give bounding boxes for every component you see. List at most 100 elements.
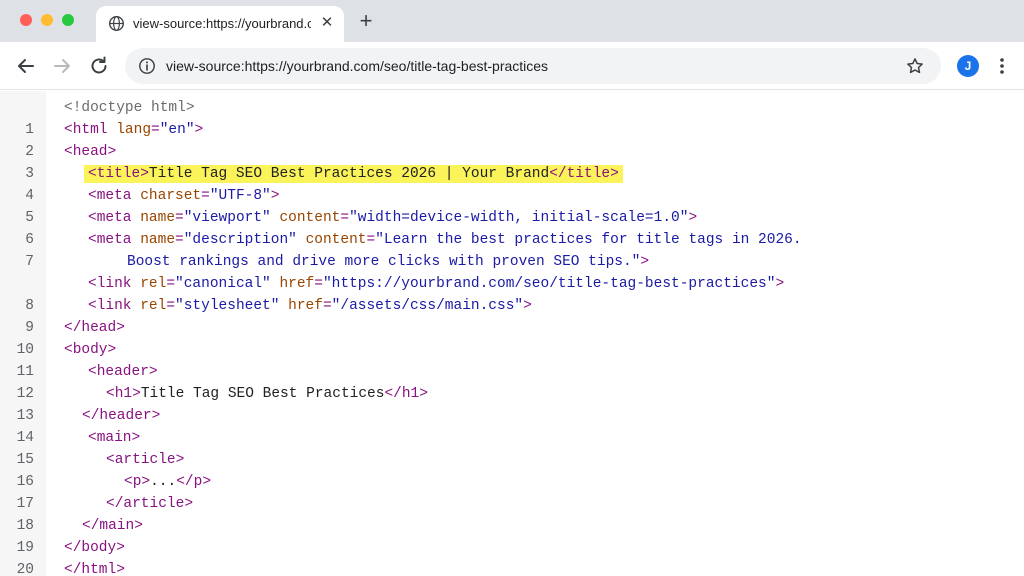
source-line-6: 6 <meta name="viewport" content="width=d… [0, 207, 1024, 248]
close-icon[interactable]: ✕ [318, 14, 336, 32]
tag-close: > [194, 122, 204, 138]
source-line-8: 8 <link rel="canonical" href="https://yo… [0, 273, 1024, 314]
attr-name: name [140, 232, 176, 248]
globe-icon [109, 16, 124, 31]
attr-equals: = [314, 276, 323, 292]
source-line-7-wrap: Boost rankings and drive more clicks wit… [0, 251, 1024, 273]
attr-name: name [140, 210, 176, 226]
tag-open: <meta [88, 232, 132, 248]
attr-equals: = [166, 298, 176, 314]
attr-equals: = [175, 210, 184, 226]
info-icon[interactable] [138, 57, 156, 75]
attr-name: rel [140, 276, 167, 292]
source-line-3: 3 <head> [0, 141, 1024, 182]
plus-icon[interactable]: + [354, 9, 378, 33]
paragraph-text: ... [150, 474, 177, 490]
source-line-11: 11 <body> [0, 339, 1024, 380]
canonical-link[interactable]: "https://yourbrand.com/seo/title-tag-bes… [323, 276, 775, 292]
tag-close: </title> [549, 166, 619, 182]
source-line-17: 17 <p>...</p> [0, 471, 1024, 512]
attr-equals: = [175, 232, 184, 248]
tag-open: <p> [124, 474, 151, 490]
tag: </main> [82, 518, 143, 534]
reload-icon[interactable] [87, 54, 111, 78]
tag: <header> [88, 364, 158, 380]
attr-value: "en" [159, 122, 195, 138]
tag: </header> [82, 408, 161, 424]
source-line-21: 21 </html> [0, 559, 1024, 576]
tag-close: > [688, 210, 698, 226]
tag-open: <title> [88, 166, 149, 182]
attr-value-continued: Boost rankings and drive more clicks wit… [127, 254, 641, 270]
attr-equals: = [201, 188, 210, 204]
source-line-10: 10 </head> [0, 317, 1024, 358]
tag-close: > [640, 254, 650, 270]
browser-toolbar: view-source:https://yourbrand.com/seo/ti… [0, 42, 1024, 90]
source-line-2: 2 <html lang="en"> [0, 119, 1024, 160]
tag: <main> [88, 430, 141, 446]
kebab-menu-icon[interactable] [992, 54, 1012, 78]
window-minimize-button[interactable] [41, 14, 53, 26]
attr-equals: = [322, 298, 332, 314]
attr-equals: = [340, 210, 350, 226]
doctype: <!doctype html> [64, 100, 195, 116]
source-line-1: 1 <!doctype html> [0, 97, 1024, 138]
tag-open: <meta [88, 188, 132, 204]
source-line-16: 16 <article> [0, 449, 1024, 490]
tag-close: </h1> [384, 386, 428, 402]
tag: </article> [106, 496, 194, 512]
stylesheet-link[interactable]: "/assets/css/main.css" [332, 298, 523, 314]
back-arrow-icon[interactable] [14, 54, 38, 78]
source-line-18: 18 </article> [0, 493, 1024, 534]
attr-value: "canonical" [175, 276, 271, 292]
tab-title: view-source:https://yourbrand.com/seo/ti… [133, 16, 311, 31]
tab-active[interactable]: view-source:https://yourbrand.com/seo/ti… [96, 6, 344, 42]
source-line-13: 13 <h1>Title Tag SEO Best Practices</h1> [0, 383, 1024, 424]
source-line-5: 5 <meta charset="UTF-8"> [0, 185, 1024, 226]
attr-value: "description" [183, 232, 297, 248]
attr-name: lang [116, 122, 152, 138]
source-line-7: 7 <meta name="description" content="Lear… [0, 229, 1024, 270]
tag-close: > [270, 188, 280, 204]
window-maximize-button[interactable] [62, 14, 74, 26]
attr-equals: = [151, 122, 160, 138]
attr-value: "UTF-8" [209, 188, 271, 204]
attr-value: "Learn the best practices for title tags… [375, 232, 802, 248]
tag: </html> [64, 562, 125, 576]
tag-open: <link [88, 276, 132, 292]
source-line-12: 12 <header> [0, 361, 1024, 402]
tag-open: <html [64, 122, 108, 138]
attr-name: href [288, 298, 323, 314]
attr-equals: = [166, 276, 176, 292]
avatar[interactable]: J [957, 55, 979, 77]
tag: </body> [64, 540, 125, 556]
tab-strip: view-source:https://yourbrand.com/seo/ti… [0, 0, 1024, 42]
tag: </head> [64, 320, 125, 336]
title-text: Title Tag SEO Best Practices 2026 | Your… [148, 166, 550, 182]
source-line-14: 14 </header> [0, 405, 1024, 446]
star-icon[interactable] [905, 56, 925, 76]
source-line-9: 9 <link rel="stylesheet" href="/assets/c… [0, 295, 1024, 336]
attr-value: "width=device-width, initial-scale=1.0" [349, 210, 689, 226]
attr-equals: = [366, 232, 376, 248]
tag-open: <link [88, 298, 132, 314]
forward-arrow-icon[interactable] [50, 54, 74, 78]
attr-name: content [305, 232, 367, 248]
source-line-15: 15 <main> [0, 427, 1024, 468]
title-highlight: <title>Title Tag SEO Best Practices 2026… [84, 165, 623, 183]
tag-close: </p> [176, 474, 212, 490]
source-line-4: 4 <title>Title Tag SEO Best Practices 20… [0, 163, 1024, 204]
heading-text: Title Tag SEO Best Practices [140, 386, 385, 402]
attr-name: charset [140, 188, 202, 204]
window-close-button[interactable] [20, 14, 32, 26]
tag-close: > [523, 298, 532, 314]
url-text[interactable]: view-source:https://yourbrand.com/seo/ti… [166, 58, 548, 74]
attr-name: href [279, 276, 315, 292]
address-bar[interactable]: view-source:https://yourbrand.com/seo/ti… [125, 48, 941, 84]
attr-name: rel [140, 298, 167, 314]
source-line-20: 20 </body> [0, 537, 1024, 576]
source-line-19: 19 </main> [0, 515, 1024, 556]
tag-open: <meta [88, 210, 132, 226]
tag: <article> [106, 452, 185, 468]
attr-value: "stylesheet" [175, 298, 280, 314]
